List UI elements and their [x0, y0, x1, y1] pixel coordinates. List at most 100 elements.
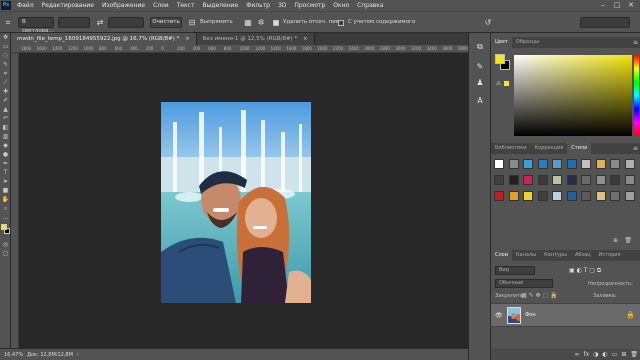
- new-style-icon[interactable]: ⊕: [613, 237, 618, 244]
- lasso-tool-icon[interactable]: ◌: [0, 51, 11, 60]
- lock-icons[interactable]: ▦ ✎ ✥ ⬚ 🔒: [521, 292, 558, 299]
- layer-filter-select[interactable]: Вид: [495, 266, 535, 275]
- style-preset-swatch[interactable]: [610, 159, 620, 169]
- layer-row[interactable]: 👁 Фон 🔒: [491, 303, 640, 327]
- style-preset-swatch[interactable]: [523, 191, 533, 201]
- shape-tool-icon[interactable]: ■: [0, 186, 11, 195]
- style-preset-swatch[interactable]: [595, 175, 606, 185]
- tab-layers[interactable]: Слои: [491, 250, 512, 261]
- style-preset-swatch[interactable]: [624, 175, 635, 185]
- hue-slider[interactable]: [634, 55, 639, 136]
- filter-icons[interactable]: ▣ ◐ T ▢ ⧉: [569, 267, 601, 275]
- history-brush-icon[interactable]: ↶: [0, 114, 11, 123]
- straighten-label[interactable]: Выпрямить: [200, 17, 233, 28]
- layer-name[interactable]: Фон: [525, 312, 536, 318]
- path-select-icon[interactable]: ➤: [0, 177, 11, 186]
- tab-adjustments[interactable]: Коррекция: [531, 143, 568, 154]
- brush-tool-icon[interactable]: ✐: [0, 96, 11, 105]
- brush-panel-icon[interactable]: ✎: [474, 61, 486, 73]
- gear-icon[interactable]: ✲: [256, 17, 266, 28]
- style-preset-swatch[interactable]: [566, 175, 577, 185]
- style-preset-swatch[interactable]: [624, 191, 635, 201]
- straighten-icon[interactable]: ⊟: [187, 17, 197, 28]
- blend-mode-select[interactable]: Обычные: [495, 279, 553, 288]
- style-preset-swatch[interactable]: [508, 159, 519, 169]
- menu-type[interactable]: Текст: [173, 2, 199, 9]
- content-aware-checkbox[interactable]: [338, 20, 344, 26]
- color-picker-field[interactable]: [514, 55, 632, 136]
- workspace-select[interactable]: [580, 17, 630, 28]
- panel-menu-icon[interactable]: ≡: [633, 37, 638, 48]
- clear-button[interactable]: Очистить: [150, 17, 182, 28]
- tab-history[interactable]: История: [595, 250, 625, 261]
- style-preset-swatch[interactable]: [610, 191, 620, 201]
- menu-window[interactable]: Окно: [329, 2, 353, 9]
- gamut-swatch[interactable]: [504, 81, 509, 86]
- menu-select[interactable]: Выделение: [198, 2, 242, 9]
- zoom-tool-icon[interactable]: ⌕: [0, 204, 11, 213]
- clone-source-icon[interactable]: ♟: [474, 77, 486, 89]
- style-preset-swatch[interactable]: [537, 159, 548, 169]
- menu-edit[interactable]: Редактирование: [38, 2, 98, 9]
- move-tool-icon[interactable]: ✥: [0, 33, 11, 42]
- style-preset-swatch[interactable]: [581, 159, 591, 169]
- style-preset-swatch[interactable]: [552, 159, 562, 169]
- trash-icon[interactable]: 🗑: [624, 237, 632, 244]
- type-tool-icon[interactable]: T: [0, 168, 11, 177]
- eyedropper-tool-icon[interactable]: ⁄: [0, 78, 11, 87]
- menu-image[interactable]: Изображение: [98, 2, 149, 9]
- gradient-tool-icon[interactable]: ▥: [0, 132, 11, 141]
- reset-icon[interactable]: ↺: [483, 17, 493, 28]
- menu-view[interactable]: Просмотр: [290, 2, 329, 9]
- trash-icon[interactable]: 🗑: [630, 351, 638, 358]
- style-preset-swatch[interactable]: [537, 191, 548, 201]
- close-icon[interactable]: ×: [185, 36, 190, 42]
- stamp-tool-icon[interactable]: ▲: [0, 105, 11, 114]
- minimize-button[interactable]: –: [596, 0, 610, 11]
- style-preset-swatch[interactable]: [523, 175, 533, 185]
- style-preset-swatch[interactable]: [508, 191, 519, 201]
- crop-tool-icon[interactable]: ⌗: [3, 17, 13, 28]
- style-preset-swatch[interactable]: [610, 175, 620, 185]
- canvas-area[interactable]: [19, 53, 468, 348]
- screen-mode-icon[interactable]: ▢: [0, 249, 11, 258]
- healing-tool-icon[interactable]: ✚: [0, 87, 11, 96]
- tab-paths[interactable]: Контуры: [540, 250, 571, 261]
- menu-help[interactable]: Справка: [353, 2, 387, 9]
- fx-icon[interactable]: fx: [584, 351, 590, 358]
- crop-mode-select[interactable]: В светлова...: [18, 17, 54, 34]
- menu-filter[interactable]: Фильтр: [242, 2, 274, 9]
- style-preset-swatch[interactable]: [595, 159, 606, 169]
- hand-tool-icon[interactable]: ✋: [0, 195, 11, 204]
- tab-document-2[interactable]: Без имени-1 @ 12,5% (RGB/8#) * ×: [196, 33, 315, 45]
- style-preset-swatch[interactable]: [552, 191, 562, 201]
- panel-menu-icon[interactable]: ≡: [633, 143, 638, 154]
- height-field[interactable]: [108, 17, 144, 28]
- width-field[interactable]: [58, 17, 90, 28]
- zoom-level[interactable]: 16,47%: [0, 352, 23, 358]
- style-preset-swatch[interactable]: [595, 191, 606, 201]
- style-preset-swatch[interactable]: [624, 159, 635, 169]
- tab-document-1[interactable]: mwdn_file_temp_1609184955922.jpg @ 16,7%…: [11, 33, 197, 45]
- style-preset-swatch[interactable]: [523, 159, 533, 169]
- style-preset-swatch[interactable]: [581, 175, 591, 185]
- close-button[interactable]: ✕: [624, 0, 638, 11]
- status-arrow-icon[interactable]: ›: [73, 352, 79, 358]
- dodge-tool-icon[interactable]: ●: [0, 150, 11, 159]
- tab-paragraph[interactable]: Абзац: [571, 250, 595, 261]
- folder-icon[interactable]: ▭: [612, 351, 618, 358]
- delete-cropped-checkbox[interactable]: [273, 20, 279, 26]
- quick-select-tool-icon[interactable]: ✎: [0, 60, 11, 69]
- style-preset-swatch[interactable]: [566, 159, 577, 169]
- style-preset-swatch[interactable]: [552, 175, 562, 185]
- tab-color[interactable]: Цвет: [491, 37, 512, 48]
- document-image[interactable]: [161, 102, 311, 303]
- tab-channels[interactable]: Каналы: [512, 250, 540, 261]
- history-panel-icon[interactable]: ⧉: [474, 41, 486, 53]
- style-preset-swatch[interactable]: [581, 191, 591, 201]
- menu-layers[interactable]: Слои: [149, 2, 173, 9]
- style-preset-swatch[interactable]: [566, 191, 577, 201]
- style-preset-swatch[interactable]: [537, 175, 548, 185]
- close-icon[interactable]: ×: [303, 36, 308, 42]
- maximize-button[interactable]: □: [610, 0, 624, 11]
